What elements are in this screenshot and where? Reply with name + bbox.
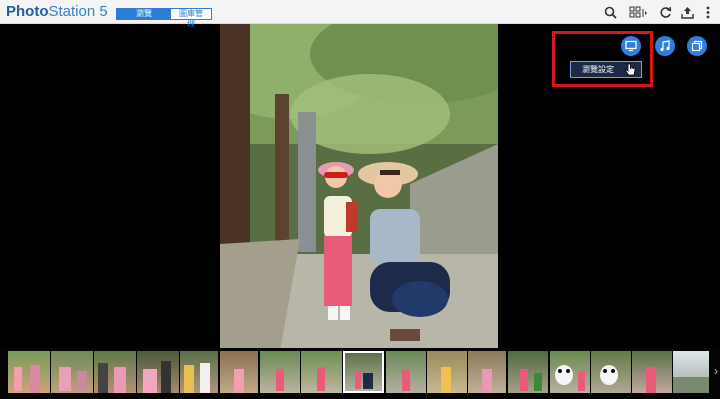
thumbnail-11[interactable] — [427, 351, 467, 393]
tooltip-label: 瀏覽設定 — [582, 65, 614, 74]
thumbnail-15[interactable] — [591, 351, 631, 393]
logo-text-photo: Photo — [6, 3, 49, 20]
thumbnail-16[interactable] — [632, 351, 672, 393]
top-bar: PhotoStation 5 瀏覽 圖庫管理 — [0, 0, 720, 28]
upload-icon[interactable] — [679, 3, 695, 21]
app-logo: PhotoStation 5 — [6, 2, 108, 22]
thumbnail-14[interactable] — [550, 351, 590, 393]
logo-text-version: 5 — [95, 3, 108, 20]
thumbnail-10[interactable] — [386, 351, 426, 393]
main-photo[interactable] — [220, 24, 498, 351]
copy-icon[interactable] — [687, 36, 707, 56]
refresh-icon[interactable] — [657, 3, 673, 21]
grid-view-icon[interactable] — [628, 3, 650, 21]
thumbnail-4[interactable] — [137, 351, 179, 393]
thumbnail-17[interactable] — [673, 351, 709, 393]
thumbnail-12[interactable] — [468, 351, 506, 393]
thumbnail-2[interactable] — [51, 351, 93, 393]
thumbnail-13[interactable] — [508, 351, 548, 393]
thumbnail-7[interactable] — [260, 351, 300, 393]
search-icon[interactable] — [602, 3, 618, 21]
more-icon[interactable] — [702, 3, 714, 21]
photo-image — [220, 24, 498, 351]
logo-text-station: Station — [48, 3, 96, 20]
thumbnail-3[interactable] — [94, 351, 136, 393]
slideshow-icon[interactable] — [621, 36, 641, 56]
filmstrip-next-icon[interactable]: › — [712, 362, 720, 380]
mode-switch: 瀏覽 圖庫管理 — [116, 8, 212, 28]
thumbnail-8[interactable] — [301, 351, 342, 393]
mode-library-manage-tab[interactable]: 圖庫管理 — [171, 9, 211, 28]
thumbnail-1[interactable] — [8, 351, 50, 393]
music-icon[interactable] — [655, 36, 675, 56]
thumbnail-9-selected[interactable] — [343, 351, 384, 393]
filmstrip — [0, 348, 720, 399]
thumbnail-6[interactable] — [220, 351, 258, 393]
thumbnail-5[interactable] — [180, 351, 218, 393]
mode-browse-tab[interactable]: 瀏覽 — [117, 9, 171, 19]
hand-cursor-icon — [624, 63, 636, 77]
